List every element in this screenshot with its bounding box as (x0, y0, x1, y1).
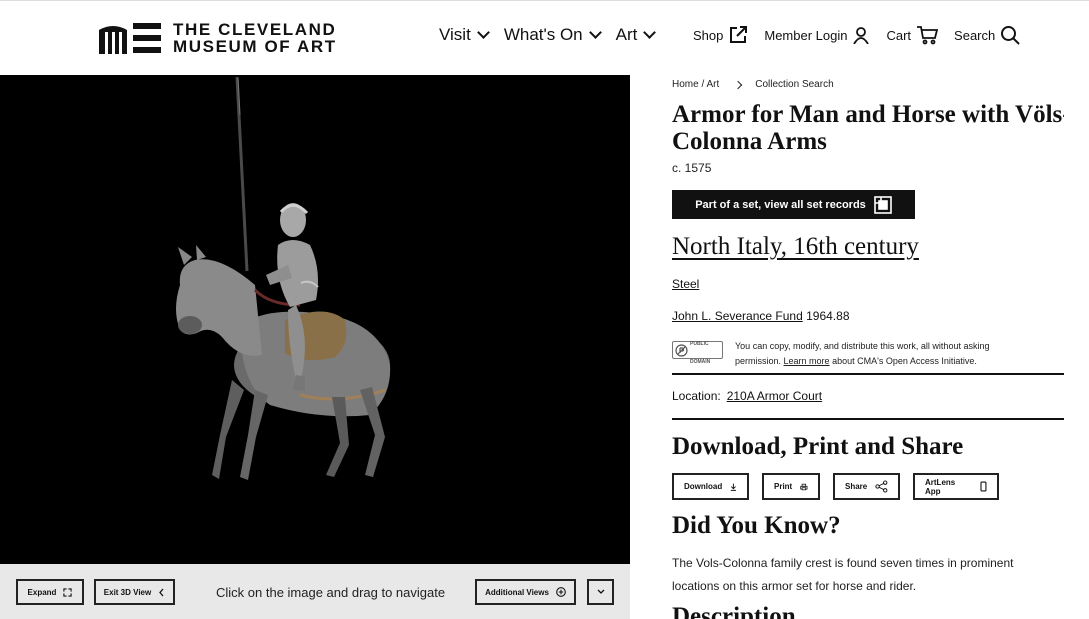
exit-3d-view-button[interactable]: Exit 3D View (94, 579, 175, 605)
artwork-medium-link[interactable]: Steel (672, 277, 699, 291)
nav-visit[interactable]: Visit (439, 25, 490, 45)
main-nav: Visit What's On Art (439, 25, 657, 45)
cart-label: Cart (886, 27, 912, 43)
view-set-records-button[interactable]: Part of a set, view all set records (672, 190, 915, 219)
additional-views-label: Additional Views (485, 587, 549, 597)
chevron-right-icon (734, 80, 743, 89)
description-heading: Description (672, 603, 796, 619)
credit-line: John L. Severance Fund 1964.88 (672, 309, 850, 323)
additional-views-button[interactable]: Additional Views (475, 579, 576, 605)
artwork-title: Armor for Man and Horse with Völs-Colonn… (672, 101, 1064, 155)
share-button-label: Share (845, 482, 868, 491)
open-access-text: You can copy, modify, and distribute thi… (735, 339, 1025, 369)
nav-visit-label: Visit (439, 25, 471, 44)
download-icon (731, 483, 737, 491)
plus-circle-icon (556, 587, 566, 597)
download-button-label: Download (684, 482, 723, 491)
artlens-app-button[interactable]: ArtLens App (913, 473, 999, 500)
learn-more-link[interactable]: Learn more (784, 356, 830, 366)
pd-text-after: about CMA's Open Access Initiative. (832, 356, 977, 366)
shop-link[interactable]: Shop (693, 25, 748, 45)
member-login-label: Member Login (764, 27, 848, 43)
nav-whats-on-label: What's On (503, 25, 583, 44)
armor-3d-model-image[interactable] (0, 75, 630, 564)
printer-icon (800, 483, 808, 490)
member-login-link[interactable]: Member Login (764, 26, 870, 44)
expand-icon (63, 587, 73, 597)
artwork-details-panel: Home / Art Collection Search Armor for M… (672, 75, 1064, 619)
user-icon (853, 27, 870, 44)
accession-number: 1964.88 (806, 309, 850, 323)
nav-whats-on[interactable]: What's On (503, 25, 602, 45)
viewer-more-button[interactable] (587, 579, 614, 605)
chevron-down-icon (643, 26, 657, 39)
cart-icon (917, 26, 939, 45)
artwork-date: c. 1575 (672, 161, 712, 175)
did-you-know-heading: Did You Know? (672, 512, 841, 539)
location-row: Location: 210A Armor Court (672, 389, 822, 403)
share-icon (875, 480, 888, 493)
chevron-down-icon (476, 26, 490, 39)
nav-art-label: Art (615, 25, 638, 44)
location-link[interactable]: 210A Armor Court (727, 389, 822, 403)
chevron-down-icon (597, 589, 604, 594)
breadcrumb-home-art[interactable]: Home / Art (672, 79, 719, 90)
artwork-culture-link[interactable]: North Italy, 16th century (672, 233, 919, 261)
museum-logo[interactable]: THE CLEVELAND MUSEUM OF ART (99, 21, 337, 55)
public-domain-icon (675, 343, 688, 357)
artwork-3d-viewer[interactable] (0, 75, 630, 619)
pd-badge-line-1: PUBLIC (690, 341, 709, 347)
public-domain-badge: PUBLIC DOMAIN (672, 341, 723, 365)
viewer-toolbar: Expand Exit 3D View Click on the image a… (0, 564, 630, 619)
breadcrumb: Home / Art Collection Search (672, 79, 834, 90)
mobile-phone-icon (980, 481, 987, 492)
chevron-left-icon (159, 588, 164, 596)
download-print-share-heading: Download, Print and Share (672, 433, 964, 460)
site-header: THE CLEVELAND MUSEUM OF ART Visit What's… (0, 0, 1089, 75)
museum-logo-text: THE CLEVELAND MUSEUM OF ART (173, 21, 337, 55)
breadcrumb-collection-search[interactable]: Collection Search (755, 79, 833, 90)
expand-button[interactable]: Expand (16, 579, 84, 605)
search-icon (1001, 26, 1020, 45)
print-button[interactable]: Print (762, 473, 820, 500)
share-button[interactable]: Share (833, 473, 900, 500)
download-button[interactable]: Download (672, 473, 749, 500)
chevron-down-icon (588, 26, 602, 39)
artlens-app-label: ArtLens App (925, 477, 956, 496)
external-link-icon (730, 26, 748, 43)
print-button-label: Print (774, 482, 793, 491)
viewer-hint: Click on the image and drag to navigate (216, 585, 446, 600)
credit-fund-link[interactable]: John L. Severance Fund (672, 309, 803, 323)
view-set-records-label: Part of a set, view all set records (695, 198, 866, 211)
pd-badge-line-2: DOMAIN (690, 359, 711, 365)
exit-3d-view-label: Exit 3D View (103, 587, 152, 597)
set-records-icon (873, 195, 892, 214)
cart-link[interactable]: Cart (886, 25, 939, 45)
download-button-row: Download Print Share ArtLens App (672, 473, 999, 500)
utility-nav: Shop Member Login Cart Search (693, 25, 1020, 45)
divider (672, 373, 1064, 375)
shop-label: Shop (693, 27, 724, 43)
nav-art[interactable]: Art (615, 25, 657, 45)
public-domain-notice: PUBLIC DOMAIN You can copy, modify, and … (672, 339, 1025, 369)
divider (672, 418, 1064, 420)
did-you-know-text: The Vols-Colonna family crest is found s… (672, 556, 1014, 593)
search-label: Search (954, 27, 996, 43)
expand-button-label: Expand (27, 587, 57, 597)
logo-line-1: THE CLEVELAND (173, 20, 337, 39)
location-label: Location: (672, 389, 721, 403)
logo-line-2: MUSEUM OF ART (173, 37, 337, 56)
search-link[interactable]: Search (954, 25, 1020, 45)
museum-logo-icon (99, 23, 161, 54)
